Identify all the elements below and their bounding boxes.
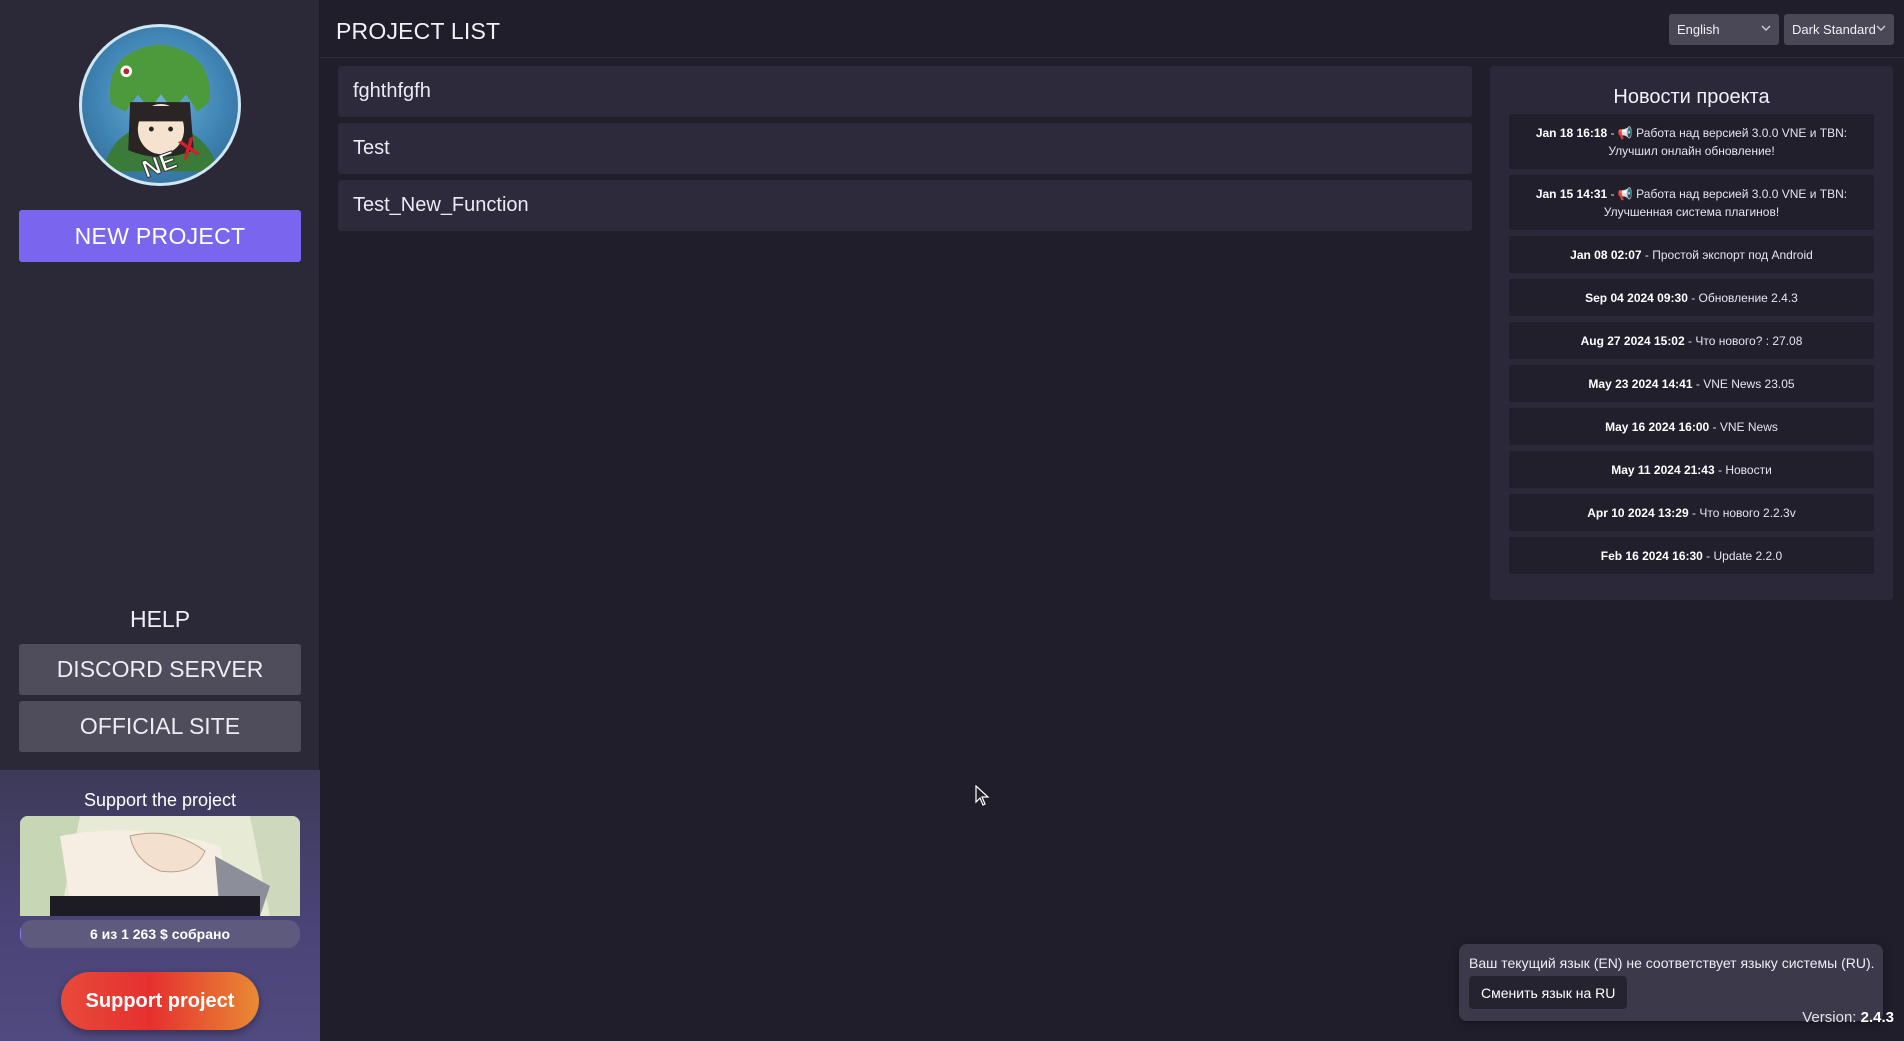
news-text: Работа над версией 3.0.0 VNE и TBN: Улуч… bbox=[1603, 186, 1848, 219]
project-item[interactable]: Test_New_Function bbox=[338, 180, 1472, 231]
news-item[interactable]: Feb 16 2024 16:30 - Update 2.2.0 bbox=[1509, 537, 1874, 574]
support-banner-image[interactable] bbox=[20, 816, 300, 916]
news-item[interactable]: Jan 08 02:07 - Простой экспорт под Andro… bbox=[1509, 236, 1874, 273]
news-text: Что нового? : 27.08 bbox=[1695, 333, 1803, 348]
news-date: May 23 2024 14:41 bbox=[1588, 376, 1693, 391]
project-list: fghthfgfh Test Test_New_Function bbox=[338, 66, 1472, 237]
support-progress-label: 6 из 1 263 $ собрано bbox=[89, 926, 231, 942]
version-prefix: Version: bbox=[1802, 1009, 1857, 1026]
news-date: Apr 10 2024 13:29 bbox=[1587, 505, 1689, 520]
news-panel: Новости проекта Jan 18 16:18 - 📢 Работа … bbox=[1490, 66, 1893, 600]
project-item[interactable]: Test bbox=[338, 123, 1472, 174]
version-number: 2.4.3 bbox=[1860, 1009, 1894, 1026]
news-date: Jan 08 02:07 bbox=[1570, 247, 1642, 262]
news-item[interactable]: May 16 2024 16:00 - VNE News bbox=[1509, 408, 1874, 445]
news-date: May 11 2024 21:43 bbox=[1611, 462, 1715, 477]
language-select[interactable]: English bbox=[1669, 14, 1779, 45]
news-list: Jan 18 16:18 - 📢 Работа над версией 3.0.… bbox=[1509, 114, 1874, 580]
language-select-value: English bbox=[1677, 22, 1720, 37]
news-date: Aug 27 2024 15:02 bbox=[1580, 333, 1685, 348]
logo-avatar: NE X bbox=[79, 24, 241, 186]
news-title: Новости проекта bbox=[1613, 86, 1770, 108]
theme-select[interactable]: Dark Standard bbox=[1784, 14, 1894, 45]
news-text: Работа над версией 3.0.0 VNE и TBN: Улуч… bbox=[1608, 125, 1848, 158]
news-item[interactable]: Aug 27 2024 15:02 - Что нового? : 27.08 bbox=[1509, 322, 1874, 359]
sidebar: NE X NEW PROJECT HELP DISCORD SERVER OFF… bbox=[0, 0, 320, 1041]
news-text: VNE News 23.05 bbox=[1703, 376, 1795, 391]
chevron-down-icon bbox=[1761, 25, 1771, 31]
support-panel: Support the project 6 из 1 263 $ собрано… bbox=[0, 770, 320, 1041]
project-item[interactable]: fghthfgfh bbox=[338, 66, 1472, 117]
switch-language-button[interactable]: Сменить язык на RU bbox=[1469, 976, 1628, 1009]
news-text: VNE News bbox=[1719, 419, 1778, 434]
news-date: May 16 2024 16:00 bbox=[1605, 419, 1710, 434]
mouse-cursor-icon bbox=[975, 785, 990, 806]
news-text: Что нового 2.2.3v bbox=[1699, 505, 1796, 520]
news-date: Jan 15 14:31 bbox=[1535, 186, 1608, 201]
news-item[interactable]: Apr 10 2024 13:29 - Что нового 2.2.3v bbox=[1509, 494, 1874, 531]
new-project-button[interactable]: NEW PROJECT bbox=[19, 210, 301, 262]
official-site-button[interactable]: OFFICIAL SITE bbox=[19, 701, 301, 752]
news-text: Обновление 2.4.3 bbox=[1698, 290, 1798, 305]
dino-girl-logo: NE X bbox=[103, 44, 219, 183]
news-item[interactable]: May 23 2024 14:41 - VNE News 23.05 bbox=[1509, 365, 1874, 402]
news-item[interactable]: Jan 18 16:18 - 📢 Работа над версией 3.0.… bbox=[1509, 114, 1874, 169]
news-item[interactable]: Jan 15 14:31 - 📢 Работа над версией 3.0.… bbox=[1509, 175, 1874, 230]
page-title: PROJECT LIST bbox=[336, 18, 501, 44]
toast-message: Ваш текущий язык (EN) не соответствует я… bbox=[1469, 955, 1875, 971]
theme-select-value: Dark Standard bbox=[1792, 22, 1876, 37]
megaphone-icon: 📢 bbox=[1617, 125, 1637, 140]
news-date: Jan 18 16:18 bbox=[1535, 125, 1608, 140]
discord-server-button[interactable]: DISCORD SERVER bbox=[19, 644, 301, 695]
version-label: Version: 2.4.3 bbox=[1802, 1009, 1894, 1026]
news-item[interactable]: May 11 2024 21:43 - Новости bbox=[1509, 451, 1874, 488]
megaphone-icon: 📢 bbox=[1617, 186, 1637, 201]
news-item[interactable]: Sep 04 2024 09:30 - Обновление 2.4.3 bbox=[1509, 279, 1874, 316]
news-text: Update 2.2.0 bbox=[1713, 548, 1783, 563]
support-progress-bar: 6 из 1 263 $ собрано bbox=[20, 920, 300, 948]
support-title: Support the project bbox=[83, 790, 237, 810]
news-text: Простой экспорт под Android bbox=[1652, 247, 1813, 262]
news-text: Новости bbox=[1725, 462, 1772, 477]
news-date: Sep 04 2024 09:30 bbox=[1585, 290, 1688, 305]
chevron-down-icon bbox=[1876, 25, 1886, 31]
header: PROJECT LIST English Dark Standard bbox=[320, 0, 1904, 58]
news-date: Feb 16 2024 16:30 bbox=[1600, 548, 1703, 563]
support-project-button[interactable]: Support project bbox=[61, 972, 259, 1030]
help-title: HELP bbox=[129, 606, 191, 632]
